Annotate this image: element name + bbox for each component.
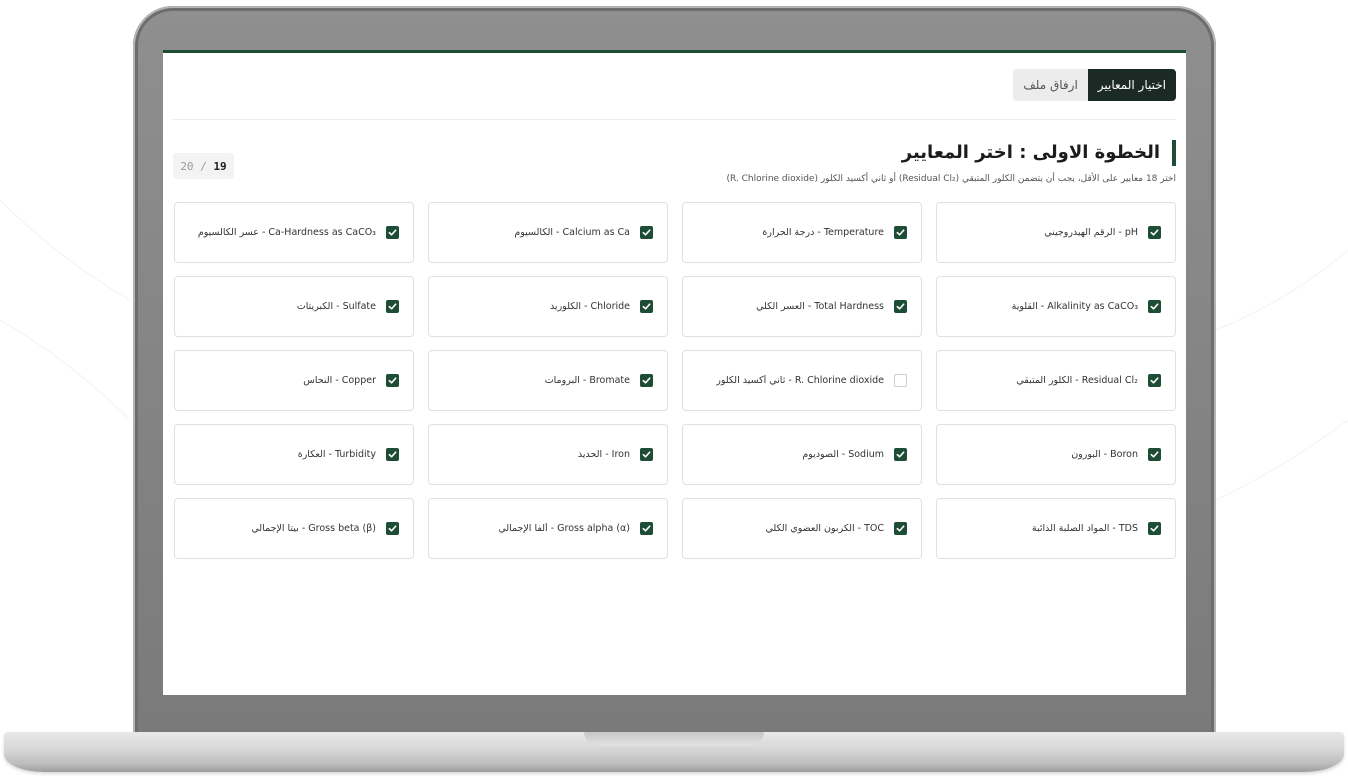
parameter-grid: pH - الرقم الهيدروجيني Temperature - درجة… <box>173 202 1176 559</box>
check-icon <box>896 229 905 236</box>
parameter-card[interactable]: Bromate - البرومات <box>428 350 668 411</box>
parameter-card[interactable]: Sulfate - الكبريتات <box>174 276 414 337</box>
parameter-card[interactable]: Temperature - درجة الحرارة <box>682 202 922 263</box>
check-icon <box>388 303 397 310</box>
parameter-card[interactable]: TDS - المواد الصلبة الذائبة <box>936 498 1176 559</box>
parameter-label: TOC - الكربون العضوي الكلي <box>765 523 884 534</box>
parameter-card[interactable]: Calcium as Ca - الكالسيوم <box>428 202 668 263</box>
parameter-card[interactable]: Sodium - الصوديوم <box>682 424 922 485</box>
parameter-card[interactable]: Gross beta (β) - بيتا الإجمالي <box>174 498 414 559</box>
parameter-card[interactable]: Chloride - الكلوريد <box>428 276 668 337</box>
checkbox-checked[interactable] <box>1148 522 1161 535</box>
check-icon <box>1150 303 1159 310</box>
checkbox-checked[interactable] <box>640 448 653 461</box>
check-icon <box>1150 377 1159 384</box>
parameter-label: Chloride - الكلوريد <box>549 301 630 312</box>
parameter-card[interactable]: Gross alpha (α) - ألفا الإجمالي <box>428 498 668 559</box>
checkbox-checked[interactable] <box>386 374 399 387</box>
parameter-label: Bromate - البرومات <box>544 375 630 386</box>
parameter-label: Iron - الحديد <box>577 449 630 460</box>
parameter-card[interactable]: Boron - البورون <box>936 424 1176 485</box>
checkbox-checked[interactable] <box>1148 300 1161 313</box>
parameter-label: Sodium - الصوديوم <box>802 449 884 460</box>
checkbox-checked[interactable] <box>1148 448 1161 461</box>
parameter-label: Total Hardness - العسر الكلي <box>756 301 884 312</box>
check-icon <box>1150 451 1159 458</box>
checkbox-checked[interactable] <box>1148 374 1161 387</box>
check-icon <box>388 377 397 384</box>
counter-total: 20 / <box>180 159 207 173</box>
checkbox-checked[interactable] <box>386 300 399 313</box>
checkbox-checked[interactable] <box>894 226 907 239</box>
parameter-label: Sulfate - الكبريتات <box>296 301 376 312</box>
checkbox-checked[interactable] <box>894 448 907 461</box>
header-divider <box>173 119 1176 120</box>
app-screen: اختيار المعايير ارفاق ملف الخطوة الاولى … <box>163 50 1186 695</box>
parameter-label: Ca-Hardness as CaCO₃ - عسر الكالسيوم <box>197 227 376 238</box>
check-icon <box>896 451 905 458</box>
checkbox-checked[interactable] <box>640 300 653 313</box>
check-icon <box>896 525 905 532</box>
parameter-label: Copper - النحاس <box>303 375 376 386</box>
laptop-notch <box>584 732 764 746</box>
parameter-label: TDS - المواد الصلبة الذائبة <box>1031 523 1138 534</box>
parameter-card[interactable]: R. Chlorine dioxide - ثاني أكسيد الكلور <box>682 350 922 411</box>
parameter-label: Gross beta (β) - بيتا الإجمالي <box>251 523 376 534</box>
parameter-label: Gross alpha (α) - ألفا الإجمالي <box>498 523 630 534</box>
checkbox-checked[interactable] <box>640 374 653 387</box>
check-icon <box>388 229 397 236</box>
checkbox-checked[interactable] <box>386 448 399 461</box>
check-icon <box>642 451 651 458</box>
tab-select-parameters[interactable]: اختيار المعايير <box>1087 69 1176 101</box>
parameter-card[interactable]: TOC - الكربون العضوي الكلي <box>682 498 922 559</box>
parameter-card[interactable]: Copper - النحاس <box>174 350 414 411</box>
parameter-label: Alkalinity as CaCO₃ - القلوية <box>1011 301 1138 312</box>
check-icon <box>1150 525 1159 532</box>
checkbox-checked[interactable] <box>1148 226 1161 239</box>
parameter-card[interactable]: Total Hardness - العسر الكلي <box>682 276 922 337</box>
check-icon <box>1150 229 1159 236</box>
checkbox-checked[interactable] <box>894 522 907 535</box>
checkbox-checked[interactable] <box>386 522 399 535</box>
parameter-card[interactable]: Ca-Hardness as CaCO₃ - عسر الكالسيوم <box>174 202 414 263</box>
parameter-card[interactable]: pH - الرقم الهيدروجيني <box>936 202 1176 263</box>
step-hint: اختر 18 معايير على الأقل، يجب أن يتضمن ا… <box>726 174 1176 184</box>
checkbox-checked[interactable] <box>894 300 907 313</box>
checkbox-checked[interactable] <box>640 226 653 239</box>
check-icon <box>388 525 397 532</box>
parameter-card[interactable]: Alkalinity as CaCO₃ - القلوية <box>936 276 1176 337</box>
parameter-label: R. Chlorine dioxide - ثاني أكسيد الكلور <box>716 375 884 386</box>
checkbox-checked[interactable] <box>386 226 399 239</box>
parameter-label: Calcium as Ca - الكالسيوم <box>514 227 630 238</box>
check-icon <box>642 229 651 236</box>
parameter-card[interactable]: Iron - الحديد <box>428 424 668 485</box>
step-hint-text: اختر 18 معايير على الأقل، يجب أن يتضمن ا… <box>726 174 1176 184</box>
checkbox-unchecked[interactable] <box>894 374 907 387</box>
laptop-base <box>4 732 1344 772</box>
check-icon <box>642 525 651 532</box>
parameter-card[interactable]: Turbidity - العكارة <box>174 424 414 485</box>
check-icon <box>642 303 651 310</box>
checkbox-checked[interactable] <box>640 522 653 535</box>
parameter-label: pH - الرقم الهيدروجيني <box>1044 227 1138 238</box>
parameter-label: Temperature - درجة الحرارة <box>762 227 884 238</box>
selection-counter: 20 / 19 <box>173 153 234 179</box>
tab-bar: اختيار المعايير ارفاق ملف <box>1013 69 1176 101</box>
check-icon <box>388 451 397 458</box>
parameter-card[interactable]: Residual Cl₂ - الكلور المتبقي <box>936 350 1176 411</box>
parameter-label: Turbidity - العكارة <box>297 449 376 460</box>
check-icon <box>896 303 905 310</box>
parameter-label: Residual Cl₂ - الكلور المتبقي <box>1016 375 1138 386</box>
counter-selected: 19 <box>213 159 227 173</box>
check-icon <box>642 377 651 384</box>
parameter-label: Boron - البورون <box>1071 449 1138 460</box>
tab-attach-file[interactable]: ارفاق ملف <box>1013 69 1088 101</box>
step-title: الخطوة الاولى : اختر المعايير <box>902 140 1176 166</box>
